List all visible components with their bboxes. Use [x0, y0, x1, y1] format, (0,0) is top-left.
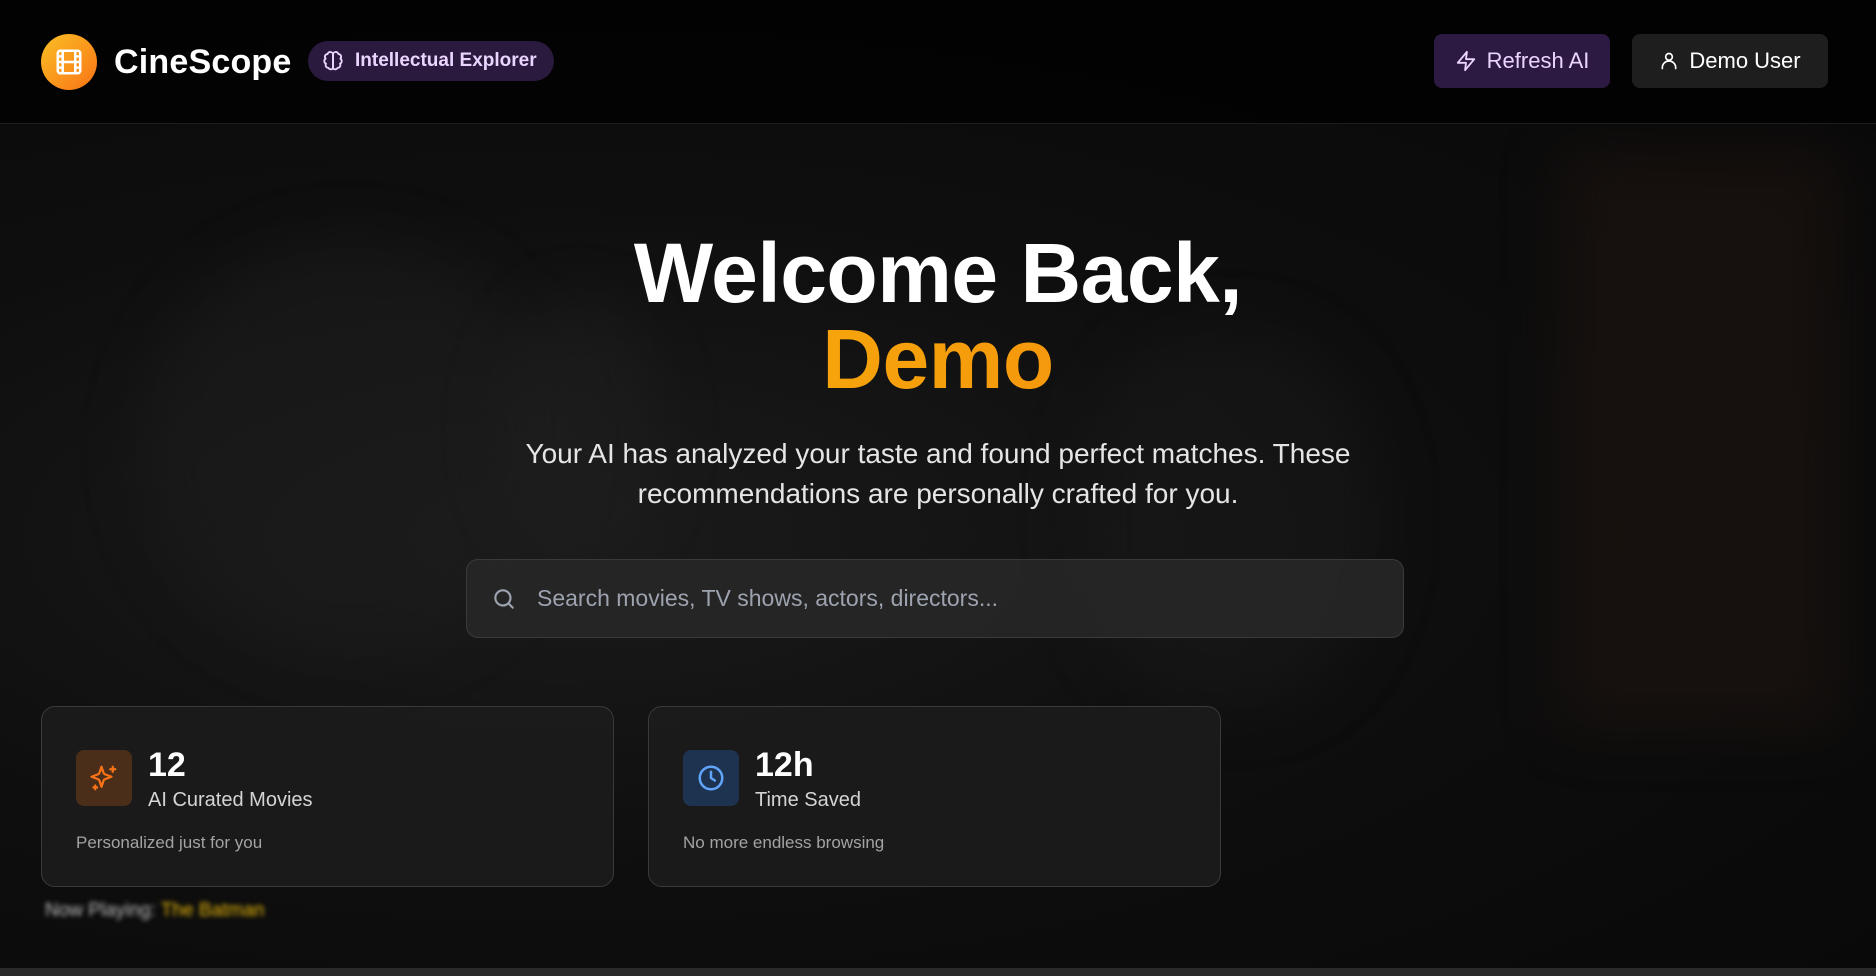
top-nav: CineScope Intellectual Explorer Refresh …	[0, 0, 1876, 124]
hero-user-name: Demo	[0, 316, 1876, 402]
search-input[interactable]	[537, 560, 1403, 637]
brain-icon	[323, 51, 343, 71]
stat-label: AI Curated Movies	[148, 789, 313, 811]
user-menu-button[interactable]: Demo User	[1632, 34, 1828, 88]
stat-icon-container	[683, 750, 739, 806]
search-icon	[494, 588, 514, 609]
hero-subtitle: Your AI has analyzed your taste and foun…	[525, 438, 1351, 509]
user-icon	[1661, 52, 1677, 70]
user-menu-label: Demo User	[1689, 48, 1801, 73]
app-name[interactable]: CineScope	[114, 40, 292, 84]
refresh-ai-button[interactable]: Refresh AI	[1434, 34, 1610, 88]
stat-description: No more endless browsing	[683, 833, 885, 852]
stat-value: 12	[148, 746, 186, 784]
search-bar[interactable]	[466, 559, 1404, 638]
logo[interactable]	[41, 34, 97, 90]
search-icon-wrap	[471, 559, 537, 638]
persona-badge: Intellectual Explorer	[308, 41, 554, 81]
stat-label: Time Saved	[755, 789, 861, 811]
film-icon	[56, 49, 82, 75]
clock-icon	[698, 765, 724, 791]
page: CineScope Intellectual Explorer Refresh …	[0, 0, 1876, 976]
stat-icon-container	[76, 750, 132, 806]
stat-card-curated-movies: 12 AI Curated Movies Personalized just f…	[41, 706, 614, 887]
now-playing-title[interactable]: The Batman	[161, 900, 265, 921]
refresh-ai-label: Refresh AI	[1486, 48, 1590, 73]
stat-card-time-saved: 12h Time Saved No more endless browsing	[648, 706, 1221, 887]
persona-badge-label: Intellectual Explorer	[355, 50, 537, 71]
stat-value: 12h	[755, 746, 814, 784]
hero-greeting: Welcome Back,	[633, 226, 1243, 320]
hero-title: Welcome Back, Demo	[0, 230, 1876, 402]
lightning-icon	[1456, 50, 1475, 72]
stat-description: Personalized just for you	[76, 833, 263, 852]
bottom-divider	[0, 968, 1876, 976]
now-playing-label: Now Playing:	[45, 900, 156, 921]
sparkles-icon	[90, 765, 117, 791]
now-playing-caption: Now Playing: The Batman	[45, 900, 264, 922]
